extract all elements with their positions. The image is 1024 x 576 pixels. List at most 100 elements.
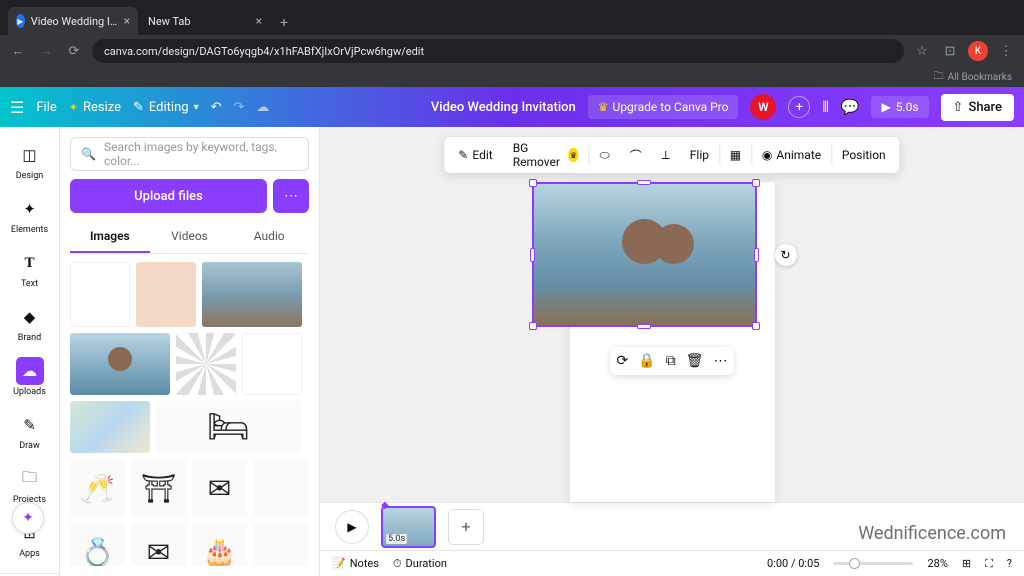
animate-button[interactable]: ◉Animate [752, 137, 831, 173]
upload-thumb[interactable]: ⛩ [131, 459, 186, 517]
play-button[interactable]: ▶ [335, 510, 369, 544]
tab-audio[interactable]: Audio [229, 221, 309, 253]
lock-icon[interactable]: 🔒 [638, 353, 655, 369]
upload-thumb[interactable] [136, 262, 196, 327]
upgrade-button[interactable]: ♛Upgrade to Canva Pro [588, 95, 739, 119]
resize-handle-r[interactable] [754, 248, 759, 262]
resize-handle-t[interactable] [637, 180, 651, 185]
reload-icon[interactable]: ⟳ [64, 44, 84, 59]
bg-remover-button[interactable]: BG Remover♛ [503, 137, 589, 173]
design-page[interactable]: ↻ ⟳ 🔒 ⧉ 🗑 ⋯ [570, 182, 775, 502]
rotate-handle[interactable]: ↻ [775, 244, 797, 266]
upload-thumb[interactable]: 🥂 [70, 459, 125, 517]
trash-icon[interactable]: 🗑 [686, 353, 704, 369]
search-input[interactable]: 🔍Search images by keyword, tags, color..… [70, 137, 309, 171]
help-icon[interactable]: ? [1007, 557, 1012, 570]
add-page-button[interactable]: + [448, 509, 484, 545]
upload-thumb[interactable] [70, 401, 150, 453]
flip-button[interactable]: Flip [680, 137, 719, 173]
star-icon[interactable]: ☆ [912, 44, 932, 59]
cloud-sync-icon[interactable]: ☁ [256, 100, 269, 115]
analytics-icon[interactable]: ⫴ [822, 98, 828, 116]
close-icon[interactable]: × [124, 14, 130, 28]
selected-image[interactable]: ↻ [532, 182, 757, 327]
tab-videos[interactable]: Videos [150, 221, 230, 253]
rail-draw[interactable]: ✎Draw [0, 405, 59, 457]
user-avatar[interactable]: W [750, 94, 776, 120]
rail-design[interactable]: ◫Design [0, 135, 59, 187]
file-menu[interactable]: File [36, 100, 56, 115]
crop-button[interactable]: ⟂ [652, 137, 680, 173]
hamburger-icon[interactable]: ☰ [10, 98, 24, 117]
duplicate-icon[interactable]: ⧉ [666, 353, 676, 369]
zoom-slider[interactable] [833, 562, 913, 565]
browser-tab-active[interactable]: ▶ Video Wedding Invitation - M × [8, 7, 138, 35]
back-icon[interactable]: ← [8, 43, 28, 59]
fullscreen-icon[interactable]: ⛶ [985, 557, 993, 571]
canvas-viewport[interactable]: ↻ ⟳ 🔒 ⧉ 🗑 ⋯ [320, 127, 1024, 502]
share-label: Share [968, 100, 1002, 115]
share-button[interactable]: ⇧Share [941, 94, 1014, 121]
magic-button[interactable]: ✦ [12, 502, 44, 534]
add-collaborator-button[interactable]: + [788, 96, 810, 118]
rail-uploads[interactable]: ☁Uploads [0, 351, 59, 403]
resize-menu[interactable]: ✦Resize [69, 100, 121, 115]
duration-button[interactable]: ⏱Duration [393, 557, 447, 571]
notes-button[interactable]: 📝Notes [332, 557, 379, 570]
grid-view-icon[interactable]: ⊞ [962, 557, 971, 570]
sync-icon[interactable]: ⟳ [617, 353, 629, 369]
rail-brand[interactable]: ◆Brand [0, 297, 59, 349]
project-title[interactable]: Video Wedding Invitation [431, 100, 576, 115]
undo-button[interactable]: ↶ [211, 100, 222, 115]
playhead-icon[interactable]: ◆ [381, 500, 389, 511]
profile-badge[interactable]: K [968, 41, 988, 61]
redo-button[interactable]: ↷ [234, 100, 245, 115]
upload-more-button[interactable]: ⋯ [273, 179, 309, 213]
folder-icon: 🗀 [934, 69, 944, 86]
url-input[interactable]: canva.com/design/DAGTo6yqgb4/x1hFABfXjIx… [92, 39, 904, 63]
transparency-button[interactable]: ▦ [720, 137, 751, 173]
tab-images[interactable]: Images [70, 221, 150, 253]
rail-label: Apps [19, 549, 40, 559]
upload-thumb[interactable]: 🎂 [192, 523, 247, 566]
upload-thumb[interactable] [202, 262, 302, 327]
corner-radius-button[interactable]: ⬭ [590, 137, 620, 173]
uploads-grid: 🛏 🥂 ⛩ ✉ 💍 ✉ 🎂 [70, 262, 309, 566]
all-bookmarks-link[interactable]: All Bookmarks [948, 72, 1012, 83]
curve-button[interactable]: ⌒ [620, 137, 652, 173]
upload-thumb[interactable] [242, 333, 302, 395]
browser-tab[interactable]: New Tab × [140, 7, 270, 35]
resize-handle-tl[interactable] [529, 179, 537, 187]
edit-image-button[interactable]: ✎Edit [448, 137, 502, 173]
preview-button[interactable]: ▶5.0s [871, 96, 928, 118]
rail-text[interactable]: TText [0, 243, 59, 295]
extensions-icon[interactable]: ⊡ [940, 44, 960, 59]
resize-handle-b[interactable] [637, 324, 651, 329]
upload-thumb[interactable] [70, 262, 130, 327]
upload-thumb[interactable]: ✉ [192, 459, 247, 517]
upload-thumb[interactable]: 🛏 [156, 401, 301, 453]
position-button[interactable]: Position [832, 137, 896, 173]
comment-icon[interactable]: 💬 [841, 98, 860, 116]
resize-handle-br[interactable] [752, 322, 760, 330]
menu-icon[interactable]: ⋮ [996, 44, 1016, 59]
upload-thumb[interactable]: ✉ [131, 523, 186, 566]
more-icon[interactable]: ⋯ [713, 353, 727, 369]
forward-icon[interactable]: → [36, 43, 56, 59]
upload-thumb[interactable] [253, 523, 308, 566]
timeline-clip[interactable]: ◆ 5.0s [381, 506, 436, 548]
upload-files-button[interactable]: Upload files [70, 179, 267, 213]
zoom-knob[interactable] [849, 558, 860, 569]
upload-thumb[interactable] [253, 459, 308, 517]
upload-thumb[interactable] [70, 333, 170, 395]
new-tab-button[interactable]: + [272, 11, 296, 35]
editing-menu[interactable]: ✎Editing▾ [133, 100, 199, 115]
notes-icon: 📝 [332, 557, 346, 570]
resize-handle-bl[interactable] [529, 322, 537, 330]
resize-handle-l[interactable] [530, 248, 535, 262]
upload-thumb[interactable] [176, 333, 236, 395]
resize-handle-tr[interactable] [752, 179, 760, 187]
rail-elements[interactable]: ✦Elements [0, 189, 59, 241]
close-icon[interactable]: × [256, 14, 262, 28]
upload-thumb[interactable]: 💍 [70, 523, 125, 566]
